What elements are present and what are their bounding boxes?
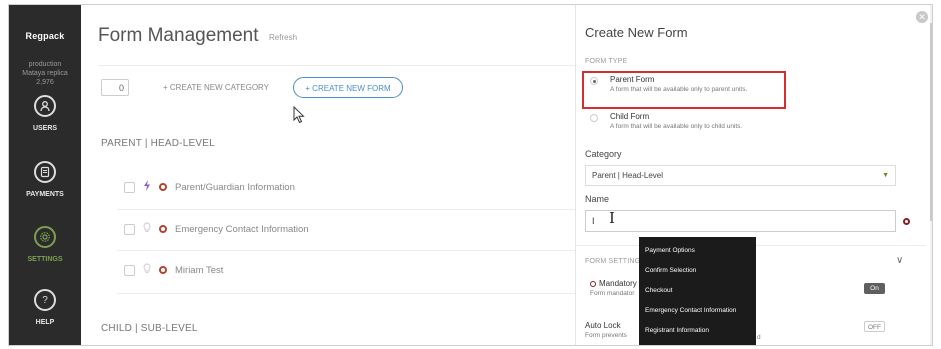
- dropdown-option[interactable]: Emergency Contact Information: [639, 301, 756, 321]
- sidebar-item-settings[interactable]: SETTINGS: [9, 226, 81, 263]
- form-type-label: FORM TYPE: [585, 58, 628, 65]
- sidebar-item-label: USERS: [32, 125, 58, 132]
- setting-desc: Form prevents: [585, 332, 627, 339]
- form-row[interactable]: Emergency Contact Information: [124, 221, 309, 237]
- sidebar-item-label: SETTINGS: [27, 256, 63, 263]
- divider: [117, 250, 575, 251]
- bulb-icon: [143, 222, 151, 236]
- row-checkbox[interactable]: [124, 264, 135, 276]
- setting-title: Auto Lock: [585, 321, 621, 330]
- radio-desc: A form that will be available only to ch…: [610, 123, 743, 130]
- section-header-child: CHILD | SUB-LEVEL: [101, 323, 198, 334]
- bolt-icon: [143, 180, 151, 194]
- name-input[interactable]: I: [585, 210, 896, 232]
- env-user: Mataya replica: [22, 70, 68, 77]
- close-icon[interactable]: ✕: [916, 11, 928, 23]
- dropdown-option[interactable]: Checkout: [639, 281, 756, 301]
- bulb-icon: [143, 263, 151, 277]
- form-label: Emergency Contact Information: [175, 223, 309, 235]
- status-dot-icon: [159, 266, 167, 274]
- radio-button[interactable]: [590, 114, 598, 122]
- dropdown-option[interactable]: Registrant Information: [639, 321, 756, 341]
- setting-auto-lock: Auto Lock Form prevents: [585, 321, 627, 339]
- category-value: Parent | Head-Level: [592, 171, 664, 180]
- setting-title: Mandatory: [590, 279, 637, 288]
- main-content: Form Management Refresh 0 + CREATE NEW C…: [81, 5, 575, 345]
- setting-title-text: Mandatory: [599, 279, 637, 288]
- sidebar-item-payments[interactable]: PAYMENTS: [9, 161, 81, 198]
- logo: Regpack: [25, 31, 65, 41]
- setting-mandatory: Mandatory Form mandator: [590, 279, 637, 297]
- environment-info: production Mataya replica 2,976: [9, 60, 81, 87]
- radio-child-form[interactable]: Child Form A form that will be available…: [590, 112, 742, 130]
- dropdown-option[interactable]: Confirm Selection: [639, 261, 756, 281]
- category-select[interactable]: Parent | Head-Level ▼: [585, 165, 896, 186]
- dropdown-option[interactable]: Payment Options: [639, 241, 756, 261]
- required-indicator-icon: [903, 218, 910, 225]
- radio-title: Child Form: [610, 112, 650, 121]
- divider: [117, 209, 575, 210]
- autocomplete-dropdown: Payment Options Confirm Selection Checko…: [639, 237, 756, 345]
- env-name: production: [28, 61, 62, 68]
- form-row[interactable]: Miriam Test: [124, 262, 223, 278]
- create-category-button[interactable]: + CREATE NEW CATEGORY: [163, 83, 269, 92]
- create-form-button[interactable]: + CREATE NEW FORM: [293, 77, 403, 98]
- sidebar-item-help[interactable]: ? HELP: [9, 289, 81, 326]
- auto-lock-toggle[interactable]: OFF: [864, 321, 885, 332]
- scrollbar-thumb[interactable]: [930, 23, 932, 221]
- panel-title: Create New Form: [585, 25, 688, 40]
- refresh-link[interactable]: Refresh: [269, 33, 297, 42]
- form-row[interactable]: Parent/Guardian Information: [124, 179, 295, 195]
- payments-icon: [34, 161, 56, 183]
- form-settings-label: FORM SETTING: [585, 258, 641, 265]
- mandatory-toggle[interactable]: On: [864, 283, 885, 294]
- section-header-parent: PARENT | HEAD-LEVEL: [101, 138, 215, 149]
- form-label: Parent/Guardian Information: [175, 181, 295, 193]
- status-dot-icon: [159, 183, 167, 191]
- env-id: 2,976: [36, 79, 54, 86]
- select-count-box[interactable]: 0: [101, 79, 129, 96]
- form-label: Miriam Test: [175, 264, 224, 276]
- highlight-annotation: [582, 71, 786, 109]
- divider: [98, 65, 575, 66]
- chevron-down-icon: ▼: [882, 172, 889, 179]
- sidebar-item-label: PAYMENTS: [26, 191, 64, 198]
- page-title: Form Management: [98, 25, 259, 46]
- sidebar-item-users[interactable]: USERS: [9, 95, 81, 132]
- status-dot-icon: [159, 225, 167, 233]
- divider: [117, 293, 575, 294]
- chevron-down-icon[interactable]: ∨: [896, 255, 903, 266]
- row-checkbox[interactable]: [124, 223, 135, 235]
- app-window: Regpack production Mataya replica 2,976 …: [8, 4, 933, 346]
- mouse-pointer-icon: [293, 105, 305, 129]
- category-label: Category: [585, 149, 622, 159]
- setting-desc: Form mandator: [590, 290, 635, 297]
- create-form-panel: ✕ Create New Form FORM TYPE Parent Form …: [575, 5, 932, 345]
- gear-icon: [34, 226, 56, 248]
- radio-text: Child Form A form that will be available…: [610, 112, 742, 130]
- user-icon: [34, 95, 56, 117]
- sidebar-item-label: HELP: [35, 319, 55, 326]
- sidebar: Regpack production Mataya replica 2,976 …: [9, 5, 81, 345]
- status-dot-icon: [590, 280, 596, 287]
- setting-desc-tail: d: [757, 334, 761, 341]
- help-icon: ?: [34, 289, 56, 311]
- row-checkbox[interactable]: [124, 181, 135, 193]
- text-cursor-icon: I: [609, 209, 615, 227]
- name-label: Name: [585, 194, 610, 204]
